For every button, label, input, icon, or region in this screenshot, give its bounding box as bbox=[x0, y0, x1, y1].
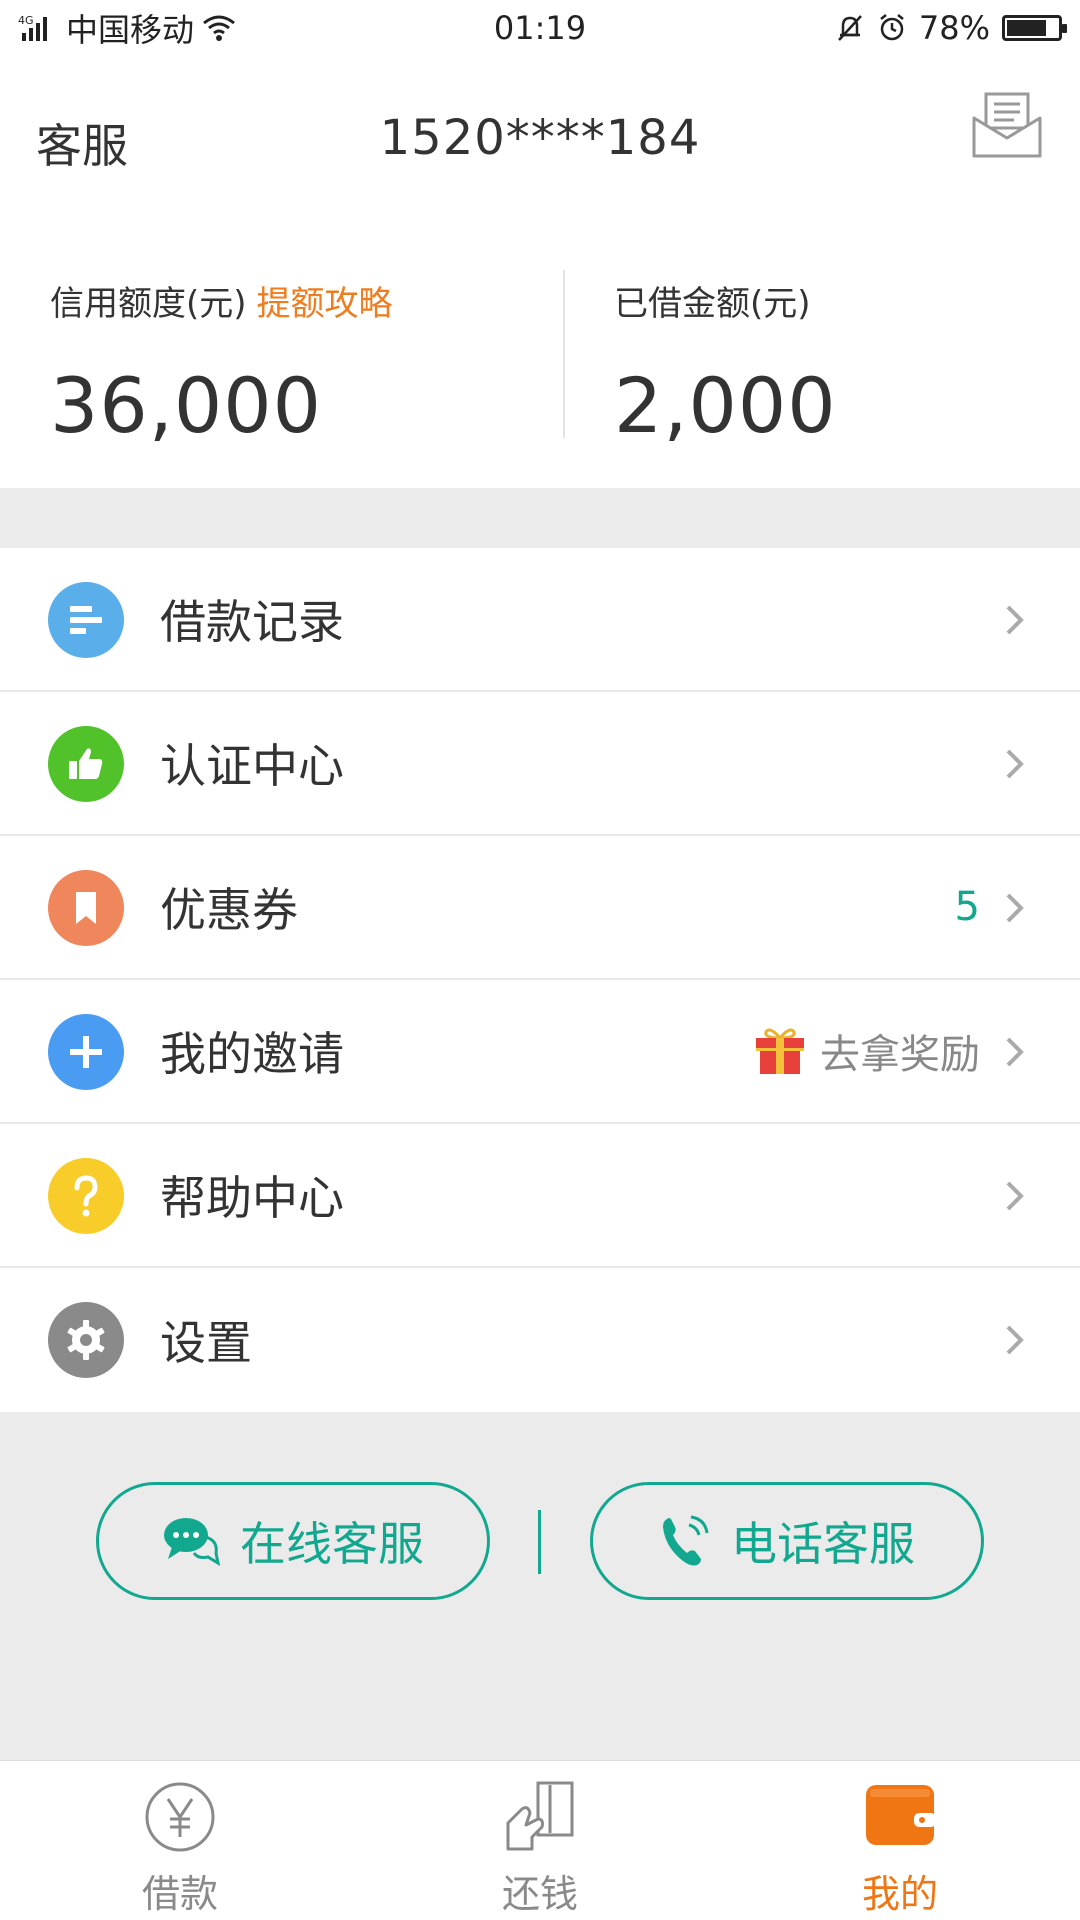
status-right: 78% bbox=[835, 9, 1067, 47]
coupon-count: 5 bbox=[955, 884, 980, 930]
alarm-icon bbox=[880, 14, 904, 41]
bottom-tab-bar: 借款 还钱 我的 bbox=[0, 1760, 1080, 1920]
bell-muted-icon bbox=[837, 15, 862, 41]
online-service-label: 在线客服 bbox=[240, 1517, 424, 1571]
menu-item-settings[interactable]: 设置 bbox=[0, 1268, 1080, 1412]
menu-item-loan-records[interactable]: 借款记录 bbox=[0, 548, 1080, 692]
online-service-button[interactable]: 在线客服 bbox=[96, 1482, 490, 1600]
tab-label: 借款 bbox=[141, 1872, 218, 1916]
phone-service-label: 电话客服 bbox=[731, 1517, 915, 1571]
menu-item-help-center[interactable]: 帮助中心 bbox=[0, 1124, 1080, 1268]
header: 客服 1520****184 bbox=[0, 56, 1080, 226]
status-bar: 4G 中国移动 01:19 78% bbox=[0, 0, 1080, 56]
svg-text:4G: 4G bbox=[18, 14, 34, 27]
borrowed-amount: 已借金额(元) 2,000 bbox=[614, 276, 837, 450]
tab-label: 我的 bbox=[861, 1872, 938, 1916]
coupon-count-badge: 5 bbox=[954, 884, 980, 930]
tab-label: 还钱 bbox=[501, 1872, 578, 1916]
chevron-right-icon bbox=[1006, 749, 1024, 779]
credit-limit-value: 36,000 bbox=[50, 361, 322, 450]
chevron-right-icon bbox=[1006, 893, 1024, 923]
signal-icon: 4G bbox=[18, 14, 47, 41]
menu-item-label: 优惠券 bbox=[160, 883, 298, 937]
credit-summary: 信用额度(元) 提额攻略 36,000 已借金额(元) 2,000 bbox=[0, 226, 1080, 488]
wallet-icon bbox=[866, 1785, 936, 1845]
carrier-name: 中国移动 bbox=[66, 11, 195, 49]
service-divider bbox=[538, 1510, 541, 1574]
mail-icon[interactable] bbox=[972, 92, 1042, 158]
menu-item-label: 认证中心 bbox=[160, 739, 344, 793]
customer-service-bar: 在线客服 电话客服 bbox=[0, 1482, 1080, 1602]
battery-fill bbox=[1007, 20, 1046, 36]
phone-service-button[interactable]: 电话客服 bbox=[590, 1482, 984, 1600]
thumbs-up-icon bbox=[48, 726, 124, 802]
chat-bubble-icon bbox=[164, 1518, 220, 1566]
chevron-right-icon bbox=[1006, 1037, 1024, 1067]
menu-item-label: 设置 bbox=[160, 1316, 252, 1370]
customer-service-link[interactable]: 客服 bbox=[36, 110, 128, 176]
bookmark-icon bbox=[48, 870, 124, 946]
tab-mine[interactable]: 我的 bbox=[800, 1779, 1000, 1918]
repay-icon bbox=[506, 1781, 574, 1851]
raise-limit-link[interactable]: 提额攻略 bbox=[257, 284, 393, 324]
status-left: 4G 中国移动 bbox=[18, 5, 236, 51]
chevron-right-icon bbox=[1006, 1181, 1024, 1211]
borrowed-value: 2,000 bbox=[614, 361, 837, 450]
wifi-icon bbox=[203, 15, 235, 41]
tab-borrow[interactable]: 借款 bbox=[80, 1779, 280, 1918]
menu-item-verification-center[interactable]: 认证中心 bbox=[0, 692, 1080, 836]
chevron-right-icon bbox=[1006, 1325, 1024, 1355]
plus-icon bbox=[48, 1014, 124, 1090]
credit-divider bbox=[563, 270, 565, 438]
list-icon bbox=[48, 582, 124, 658]
yen-icon bbox=[145, 1782, 215, 1852]
menu-item-label: 我的邀请 bbox=[160, 1027, 344, 1081]
menu-item-label: 借款记录 bbox=[160, 595, 344, 649]
battery-percent: 78% bbox=[918, 9, 990, 47]
gear-icon bbox=[48, 1302, 124, 1378]
credit-limit: 信用额度(元) 提额攻略 36,000 bbox=[50, 276, 393, 450]
menu-item-coupons[interactable]: 优惠券 5 bbox=[0, 836, 1080, 980]
chevron-right-icon bbox=[1006, 605, 1024, 635]
borrowed-label: 已借金额(元) bbox=[614, 284, 811, 324]
menu-list: 借款记录 认证中心 优惠券 5 我的邀请 去拿奖励 帮助中心 设置 bbox=[0, 548, 1080, 1412]
battery-icon bbox=[1002, 15, 1067, 41]
menu-item-label: 帮助中心 bbox=[160, 1171, 344, 1225]
question-icon bbox=[48, 1158, 124, 1234]
menu-item-my-invitations[interactable]: 我的邀请 去拿奖励 bbox=[0, 980, 1080, 1124]
reward-text: 去拿奖励 bbox=[820, 1032, 980, 1078]
reward-hint[interactable]: 去拿奖励 bbox=[754, 1022, 980, 1080]
credit-limit-label: 信用额度(元) 提额攻略 bbox=[50, 284, 393, 324]
gift-icon bbox=[756, 1028, 804, 1074]
user-phone: 1520****184 bbox=[379, 110, 701, 166]
tab-repay[interactable]: 还钱 bbox=[440, 1779, 640, 1918]
phone-icon bbox=[663, 1515, 709, 1566]
